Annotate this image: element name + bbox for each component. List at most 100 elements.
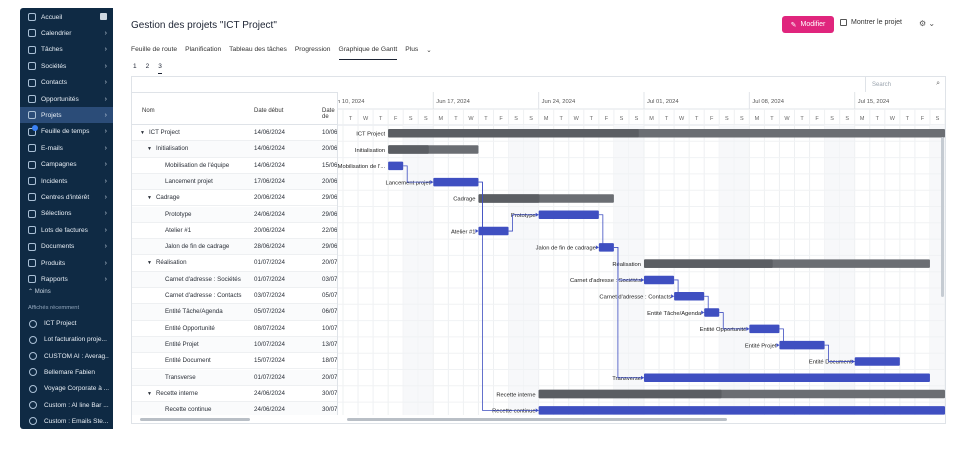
col-end-header[interactable]: Date de: [322, 108, 337, 120]
sidebar-item-label: Campagnes: [41, 161, 77, 169]
table-row[interactable]: Prototype 24/06/2024 29/06: [132, 206, 337, 223]
gantt-bar[interactable]: [854, 357, 900, 366]
table-row[interactable]: Entité Opportunité 08/07/2024 10/07: [132, 321, 337, 337]
table-row[interactable]: Carnet d'adresse : Contacts 03/07/2024 05/…: [132, 288, 337, 305]
recent-item[interactable]: Bellemare Fabien: [20, 365, 113, 380]
gantt-bar[interactable]: [779, 340, 825, 350]
end-date-cell: 29/06: [322, 210, 337, 218]
sidebar-item-3[interactable]: Sociétés ›: [20, 58, 113, 74]
start-date-cell: 10/07/2024: [254, 340, 285, 348]
gantt-bar[interactable]: [538, 406, 945, 415]
day-label: M: [544, 116, 549, 122]
grid-scrollbar[interactable]: [132, 415, 337, 423]
edit-button[interactable]: ✎ Modifier: [782, 16, 834, 33]
recent-item[interactable]: ICT Project: [20, 316, 113, 331]
table-row[interactable]: Carnet d'adresse : Sociétés 01/07/2024 03/…: [132, 271, 337, 288]
sidebar-item-7[interactable]: Feuille de temps ›: [20, 124, 113, 140]
day-label: S: [514, 116, 518, 122]
week-label: Jul 15, 2024: [858, 99, 890, 105]
day-label: T: [906, 116, 910, 122]
start-date-cell: 28/06/2024: [254, 243, 285, 251]
gantt-bar[interactable]: [644, 373, 930, 383]
day-label: S: [620, 116, 624, 122]
sidebar-item-13[interactable]: Lots de factures ›: [20, 222, 113, 238]
gantt-progress: [388, 129, 639, 138]
table-row[interactable]: ▼ Initialisation 14/06/2024 20/06: [132, 141, 337, 158]
sidebar-item-12[interactable]: Sélections ›: [20, 206, 113, 222]
search-input[interactable]: Search ⌕: [865, 77, 945, 92]
sidebar-item-10[interactable]: Incidents ›: [20, 173, 113, 189]
tab-2[interactable]: Tableau des tâches: [229, 46, 287, 60]
recent-item[interactable]: Custom : Emails Ste...: [20, 414, 113, 429]
caret-down-icon[interactable]: ▼: [147, 195, 152, 201]
gear-menu-button[interactable]: ⚙ ⌄: [919, 19, 935, 28]
gantt-bar[interactable]: [433, 177, 479, 187]
caret-down-icon[interactable]: ▼: [147, 260, 152, 266]
recent-item[interactable]: Voyage Corporate à ...: [20, 381, 113, 396]
sidebar-item-2[interactable]: Tâches ›: [20, 42, 113, 58]
gantt-bar-label: Entité Document: [809, 360, 852, 366]
caret-down-icon[interactable]: ▼: [140, 130, 145, 136]
caret-down-icon[interactable]: ▼: [147, 391, 152, 397]
tab-3[interactable]: Progression: [295, 46, 331, 60]
sidebar-item-11[interactable]: Centres d'intérêt ›: [20, 189, 113, 205]
sidebar-item-5[interactable]: Opportunités ›: [20, 91, 113, 107]
task-name-cell: ▼ ICT Project: [140, 129, 180, 136]
table-row[interactable]: ▼ ICT Project 14/06/2024 10/06: [132, 125, 337, 142]
recent-item[interactable]: Custom : AI line Bar ...: [20, 398, 113, 413]
recent-item[interactable]: Lot facturation proje...: [20, 332, 113, 347]
vertical-scrollbar[interactable]: [941, 137, 944, 297]
subtab-1[interactable]: 1: [133, 63, 137, 74]
tab-4[interactable]: Graphique de Gantt: [338, 46, 398, 60]
caret-down-icon[interactable]: ▼: [147, 146, 152, 152]
table-row[interactable]: ▼ Cadrage 20/06/2024 29/06: [132, 190, 337, 207]
less-link[interactable]: ⌃ Moins: [28, 288, 51, 295]
sidebar-item-16[interactable]: Rapports ›: [20, 271, 113, 287]
table-row[interactable]: ▼ Recette interne 24/06/2024 30/07: [132, 386, 337, 403]
tab-5[interactable]: Plus: [405, 46, 418, 60]
table-row[interactable]: Atelier #1 20/06/2024 22/06: [132, 223, 337, 240]
table-row[interactable]: Entité Document 15/07/2024 18/07: [132, 353, 337, 370]
gantt-bar[interactable]: [644, 275, 675, 285]
col-name-header[interactable]: Nom: [142, 108, 155, 114]
recent-item[interactable]: CUSTOM AI : Averag...: [20, 349, 113, 364]
day-label: S: [725, 116, 729, 122]
sidebar-item-0[interactable]: Accueil: [20, 9, 113, 25]
end-date-cell: 13/07: [322, 340, 337, 348]
sidebar-item-4[interactable]: Contacts ›: [20, 75, 113, 91]
tab-1[interactable]: Planification: [185, 46, 221, 60]
day-label: T: [876, 116, 880, 122]
collapse-sidebar-icon[interactable]: [100, 13, 107, 20]
subtab-3[interactable]: 3: [158, 63, 162, 74]
gantt-bar[interactable]: [749, 324, 780, 334]
subtab-2[interactable]: 2: [146, 63, 150, 74]
week-label: Jun 10, 2024: [338, 99, 365, 105]
col-start-header[interactable]: Date début: [254, 108, 283, 114]
gantt-bar[interactable]: [388, 161, 404, 171]
sidebar-item-6[interactable]: Projets ›: [20, 107, 113, 124]
table-row[interactable]: Lancement projet 17/06/2024 20/06: [132, 173, 337, 191]
tab-0[interactable]: Feuille de route: [131, 46, 177, 60]
sidebar-item-14[interactable]: Documents ›: [20, 239, 113, 255]
gantt-bar-label: Mobilisation de l'...: [338, 164, 386, 170]
table-row[interactable]: Recette continue 24/06/2024 30/07: [132, 402, 337, 415]
table-row[interactable]: Transverse 01/07/2024 20/07: [132, 369, 337, 386]
gantt-bar[interactable]: [538, 210, 599, 220]
table-row[interactable]: Entité Projet 10/07/2024 13/07: [132, 336, 337, 354]
chevron-down-icon[interactable]: ⌄: [426, 46, 432, 60]
sidebar-item-9[interactable]: Campagnes ›: [20, 157, 113, 173]
show-project-button[interactable]: Montrer le projet: [840, 19, 902, 26]
sidebar-item-15[interactable]: Produits ›: [20, 255, 113, 271]
timeline-scrollbar[interactable]: [337, 415, 945, 423]
table-row[interactable]: ▼ Réalisation 01/07/2024 20/07: [132, 255, 337, 272]
start-date-cell: 01/07/2024: [254, 373, 285, 381]
sidebar-item-8[interactable]: E-mails ›: [20, 140, 113, 156]
table-row[interactable]: Entité Tâche/Agenda 05/07/2024 06/07: [132, 304, 337, 321]
gantt-bar[interactable]: [674, 292, 705, 301]
task-name-text: Réalisation: [155, 259, 187, 267]
sidebar-item-1[interactable]: Calendrier ›: [20, 25, 113, 41]
table-row[interactable]: Jalon de fin de cadrage 28/06/2024 29/06: [132, 239, 337, 256]
table-row[interactable]: Mobilisation de l'équipe 14/06/2024 15/06: [132, 158, 337, 174]
day-label: T: [770, 116, 774, 122]
gantt-bar[interactable]: [478, 226, 509, 236]
